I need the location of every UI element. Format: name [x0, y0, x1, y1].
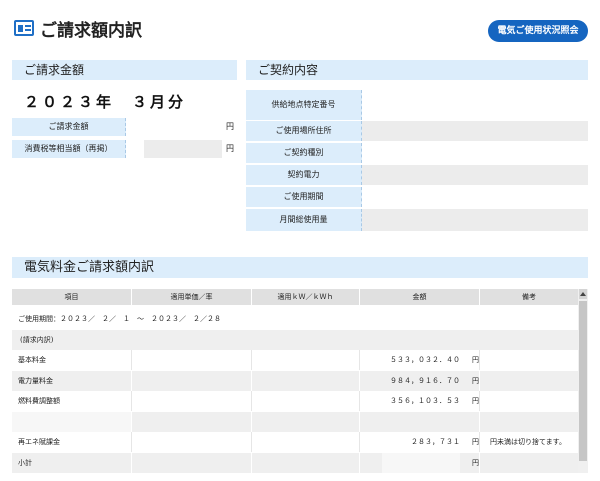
cell-kwh	[252, 391, 360, 411]
contract-row-period: ご使用期間	[246, 187, 588, 207]
billing-total-label: ご請求金額	[12, 118, 126, 136]
breakdown-table[interactable]: 項目 適用単価／率 適用ｋＷ／ｋＷｈ 金額 備考 ご使用期間：２０２３／ ２／ …	[12, 289, 588, 473]
cell-kwh	[252, 350, 360, 370]
contract-row-supply-point: 供給地点特定番号	[246, 90, 588, 120]
cell-rate	[132, 391, 252, 411]
usage-period-text: ご使用期間：２０２３／ ２／ １ ～ ２０２３／ ２／２８	[18, 315, 221, 323]
cell-rate	[132, 453, 252, 473]
cell-item	[12, 412, 132, 432]
cell-unit: 円	[460, 371, 480, 391]
cell-unit: 円	[460, 432, 480, 452]
billing-period: ２０２３年 ３月分	[24, 93, 187, 111]
cell-kwh	[252, 371, 360, 391]
cell-note	[480, 412, 578, 432]
cell-rate	[132, 371, 252, 391]
col-amount: 金額	[360, 289, 480, 305]
cell-item: 燃料費調整額	[12, 391, 132, 411]
cell-amount	[382, 453, 460, 473]
contract-type-label: ご契約種別	[246, 143, 362, 163]
cell-kwh	[252, 453, 360, 473]
group-row: (請求内訳)	[12, 330, 578, 350]
table-row: 再エネ賦課金 ２８３，７３１ 円 円未満は切り捨てます。	[12, 432, 578, 452]
col-item: 項目	[12, 289, 132, 305]
table-row: 燃料費調整額 ３５６，１０３．５３ 円	[12, 391, 578, 411]
cell-rate	[132, 432, 252, 452]
cell-unit: 円	[460, 350, 480, 370]
contract-address-label: ご使用場所住所	[246, 121, 362, 141]
contract-power-value	[362, 165, 588, 185]
contract-address-value	[362, 121, 588, 141]
billing-tax-label: 消費税等相当額（再掲）	[12, 140, 126, 158]
page-header: ご請求額内訳 電気ご使用状況照会	[0, 0, 600, 52]
cell-note	[480, 371, 578, 391]
billing-row-tax: 消費税等相当額（再掲） 円	[12, 140, 237, 158]
table-header: 項目 適用単価／率 適用ｋＷ／ｋＷｈ 金額 備考	[12, 289, 578, 305]
col-kwh: 適用ｋＷ／ｋＷｈ	[252, 289, 360, 305]
scrollbar-thumb[interactable]	[579, 301, 587, 461]
contract-power-label: 契約電力	[246, 165, 362, 185]
table-row: 小計 円	[12, 453, 578, 473]
col-rate: 適用単価／率	[132, 289, 252, 305]
page-title: ご請求額内訳	[40, 21, 142, 41]
cell-amount: ２８３，７３１	[411, 438, 460, 446]
billing-row-total: ご請求金額 円	[12, 118, 237, 136]
cell-item: 電力量料金	[12, 371, 132, 391]
billing-total-unit: 円	[226, 122, 234, 131]
cell-rate	[132, 412, 252, 432]
contract-section-title: ご契約内容	[246, 60, 588, 80]
scroll-up-arrow-icon[interactable]	[579, 289, 587, 299]
cell-note	[480, 453, 578, 473]
contract-monthly-usage-label: 月間総使用量	[246, 209, 362, 231]
contract-row-monthly-usage: 月間総使用量	[246, 209, 588, 231]
cell-note	[480, 350, 578, 370]
cell-item: 小計	[12, 453, 132, 473]
cell-amount: ３５６，１０３．５３	[390, 397, 460, 405]
breakdown-section-title: 電気料金ご請求額内訳	[12, 257, 588, 278]
cell-note	[480, 391, 578, 411]
contract-monthly-usage-value	[362, 209, 588, 231]
cell-unit: 円	[460, 391, 480, 411]
contract-period-label: ご使用期間	[246, 187, 362, 207]
billing-section-title: ご請求金額	[12, 60, 237, 80]
cell-amount: ９８４，９１６．７０	[390, 377, 460, 385]
cell-amount	[360, 412, 480, 432]
table-row: 電力量料金 ９８４，９１６．７０ 円	[12, 371, 578, 391]
cell-item: 再エネ賦課金	[12, 432, 132, 452]
cell-unit: 円	[460, 453, 480, 473]
group-label: (請求内訳)	[20, 336, 54, 344]
billing-tax-unit: 円	[226, 144, 234, 153]
contract-row-power: 契約電力	[246, 165, 588, 185]
contract-row-type: ご契約種別	[246, 143, 588, 163]
table-scrollbar[interactable]	[578, 289, 588, 473]
usage-status-button[interactable]: 電気ご使用状況照会	[488, 20, 588, 42]
cell-item: 基本料金	[12, 350, 132, 370]
cell-note: 円未満は切り捨てます。	[490, 438, 566, 446]
contract-supply-point-label: 供給地点特定番号	[246, 90, 362, 120]
cell-amount: ５３３，０３２．４０	[390, 356, 460, 364]
table-row: 基本料金 ５３３，０３２．４０ 円	[12, 350, 578, 370]
contract-row-address: ご使用場所住所	[246, 121, 588, 141]
usage-period-row: ご使用期間：２０２３／ ２／ １ ～ ２０２３／ ２／２８	[12, 309, 578, 329]
cell-rate	[132, 350, 252, 370]
cell-kwh	[252, 412, 360, 432]
col-note: 備考	[522, 293, 536, 301]
invoice-icon	[14, 20, 34, 36]
cell-kwh	[252, 432, 360, 452]
table-row	[12, 412, 578, 432]
